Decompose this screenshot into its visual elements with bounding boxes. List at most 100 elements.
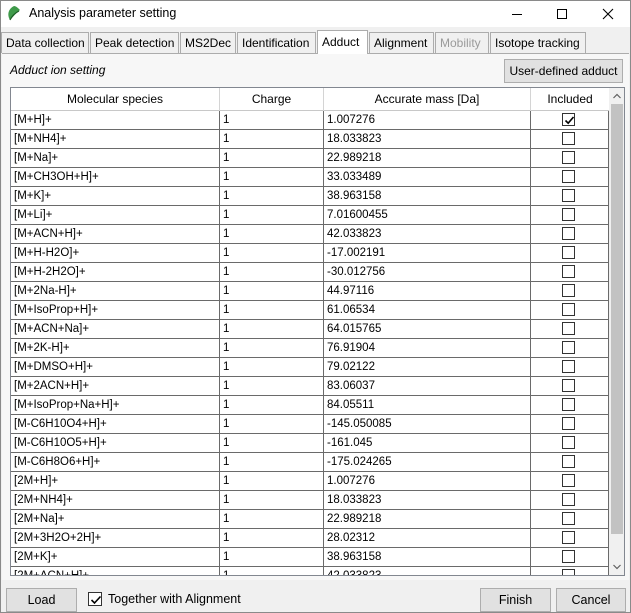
table-row[interactable]: [M+NH4]+ 1 18.033823 <box>11 130 609 149</box>
cell-charge[interactable]: 1 <box>220 168 324 187</box>
table-row[interactable]: [M+2ACN+H]+ 1 83.06037 <box>11 377 609 396</box>
cell-molecular-species[interactable]: [2M+K]+ <box>11 548 220 567</box>
cell-molecular-species[interactable]: [M+IsoProp+H]+ <box>11 301 220 320</box>
scrollbar-thumb[interactable] <box>611 104 623 534</box>
table-row[interactable]: [M-C6H10O4+H]+ 1 -145.050085 <box>11 415 609 434</box>
tab-alignment[interactable]: Alignment <box>369 32 434 53</box>
cell-charge[interactable]: 1 <box>220 396 324 415</box>
table-row[interactable]: [M-C6H10O5+H]+ 1 -161.045 <box>11 434 609 453</box>
included-checkbox[interactable] <box>562 170 575 183</box>
table-row[interactable]: [2M+ACN+H]+ 1 42.033823 <box>11 567 609 575</box>
tab-mobility[interactable]: Mobility <box>435 32 489 53</box>
cell-charge[interactable]: 1 <box>220 149 324 168</box>
cell-charge[interactable]: 1 <box>220 263 324 282</box>
included-checkbox[interactable] <box>562 474 575 487</box>
cell-molecular-species[interactable]: [2M+H]+ <box>11 472 220 491</box>
scroll-down-icon[interactable] <box>609 559 624 575</box>
cell-accurate-mass[interactable]: 64.015765 <box>324 320 531 339</box>
cell-charge[interactable]: 1 <box>220 187 324 206</box>
cell-charge[interactable]: 1 <box>220 320 324 339</box>
included-checkbox[interactable] <box>562 436 575 449</box>
table-row[interactable]: [M+CH3OH+H]+ 1 33.033489 <box>11 168 609 187</box>
cell-molecular-species[interactable]: [M+K]+ <box>11 187 220 206</box>
table-row[interactable]: [M+H-H2O]+ 1 -17.002191 <box>11 244 609 263</box>
table-row[interactable]: [M-C6H8O6+H]+ 1 -175.024265 <box>11 453 609 472</box>
cell-accurate-mass[interactable]: 1.007276 <box>324 472 531 491</box>
included-checkbox[interactable] <box>562 208 575 221</box>
table-row[interactable]: [2M+K]+ 1 38.963158 <box>11 548 609 567</box>
cell-molecular-species[interactable]: [M-C6H10O4+H]+ <box>11 415 220 434</box>
maximize-icon[interactable] <box>539 1 585 27</box>
cell-charge[interactable]: 1 <box>220 358 324 377</box>
cell-charge[interactable]: 1 <box>220 206 324 225</box>
table-row[interactable]: [M+H]+ 1 1.007276 <box>11 111 609 130</box>
scroll-up-icon[interactable] <box>609 88 624 104</box>
cell-charge[interactable]: 1 <box>220 510 324 529</box>
minimize-icon[interactable] <box>494 1 540 27</box>
cell-accurate-mass[interactable]: 83.06037 <box>324 377 531 396</box>
cell-charge[interactable]: 1 <box>220 282 324 301</box>
column-header-molecular-species[interactable]: Molecular species <box>11 88 220 111</box>
table-row[interactable]: [M+Li]+ 1 7.01600455 <box>11 206 609 225</box>
cell-accurate-mass[interactable]: 18.033823 <box>324 130 531 149</box>
cell-charge[interactable]: 1 <box>220 491 324 510</box>
cell-molecular-species[interactable]: [M-C6H8O6+H]+ <box>11 453 220 472</box>
vertical-scrollbar[interactable] <box>609 88 624 575</box>
cell-molecular-species[interactable]: [M+CH3OH+H]+ <box>11 168 220 187</box>
cell-accurate-mass[interactable]: 22.989218 <box>324 149 531 168</box>
cell-molecular-species[interactable]: [2M+ACN+H]+ <box>11 567 220 575</box>
cell-accurate-mass[interactable]: 1.007276 <box>324 111 531 130</box>
column-header-charge[interactable]: Charge <box>220 88 324 111</box>
cell-accurate-mass[interactable]: 22.989218 <box>324 510 531 529</box>
cell-accurate-mass[interactable]: 76.91904 <box>324 339 531 358</box>
included-checkbox[interactable] <box>562 569 575 575</box>
cell-charge[interactable]: 1 <box>220 529 324 548</box>
table-row[interactable]: [M+DMSO+H]+ 1 79.02122 <box>11 358 609 377</box>
cell-accurate-mass[interactable]: 79.02122 <box>324 358 531 377</box>
included-checkbox[interactable] <box>562 113 575 126</box>
cell-molecular-species[interactable]: [M+Na]+ <box>11 149 220 168</box>
cell-molecular-species[interactable]: [M+NH4]+ <box>11 130 220 149</box>
cell-charge[interactable]: 1 <box>220 453 324 472</box>
tab-data-collection[interactable]: Data collection <box>1 32 89 53</box>
cell-accurate-mass[interactable]: 38.963158 <box>324 548 531 567</box>
included-checkbox[interactable] <box>562 417 575 430</box>
tab-peak-detection[interactable]: Peak detection <box>90 32 179 53</box>
table-row[interactable]: [M+IsoProp+Na+H]+ 1 84.05511 <box>11 396 609 415</box>
cell-charge[interactable]: 1 <box>220 472 324 491</box>
cell-molecular-species[interactable]: [M+ACN+H]+ <box>11 225 220 244</box>
cell-accurate-mass[interactable]: 42.033823 <box>324 567 531 575</box>
cell-molecular-species[interactable]: [M+ACN+Na]+ <box>11 320 220 339</box>
cell-molecular-species[interactable]: [M+IsoProp+Na+H]+ <box>11 396 220 415</box>
table-row[interactable]: [M+K]+ 1 38.963158 <box>11 187 609 206</box>
cell-molecular-species[interactable]: [M+DMSO+H]+ <box>11 358 220 377</box>
cell-accurate-mass[interactable]: 18.033823 <box>324 491 531 510</box>
cell-charge[interactable]: 1 <box>220 339 324 358</box>
table-row[interactable]: [M+2Na-H]+ 1 44.97116 <box>11 282 609 301</box>
table-row[interactable]: [M+2K-H]+ 1 76.91904 <box>11 339 609 358</box>
included-checkbox[interactable] <box>562 151 575 164</box>
table-row[interactable]: [M+IsoProp+H]+ 1 61.06534 <box>11 301 609 320</box>
cell-charge[interactable]: 1 <box>220 130 324 149</box>
cell-charge[interactable]: 1 <box>220 301 324 320</box>
cell-molecular-species[interactable]: [M+H-H2O]+ <box>11 244 220 263</box>
cell-accurate-mass[interactable]: 7.01600455 <box>324 206 531 225</box>
included-checkbox[interactable] <box>562 341 575 354</box>
cell-charge[interactable]: 1 <box>220 377 324 396</box>
table-row[interactable]: [M+H-2H2O]+ 1 -30.012756 <box>11 263 609 282</box>
included-checkbox[interactable] <box>562 531 575 544</box>
included-checkbox[interactable] <box>562 227 575 240</box>
included-checkbox[interactable] <box>562 455 575 468</box>
included-checkbox[interactable] <box>562 189 575 202</box>
cell-molecular-species[interactable]: [M+Li]+ <box>11 206 220 225</box>
cancel-button[interactable]: Cancel <box>556 588 626 612</box>
cell-molecular-species[interactable]: [2M+NH4]+ <box>11 491 220 510</box>
table-row[interactable]: [M+ACN+Na]+ 1 64.015765 <box>11 320 609 339</box>
cell-charge[interactable]: 1 <box>220 567 324 575</box>
finish-button[interactable]: Finish <box>480 588 551 612</box>
column-header-accurate-mass[interactable]: Accurate mass [Da] <box>324 88 531 111</box>
cell-molecular-species[interactable]: [M+2ACN+H]+ <box>11 377 220 396</box>
cell-molecular-species[interactable]: [M+H]+ <box>11 111 220 130</box>
cell-accurate-mass[interactable]: 42.033823 <box>324 225 531 244</box>
close-icon[interactable] <box>585 1 631 27</box>
